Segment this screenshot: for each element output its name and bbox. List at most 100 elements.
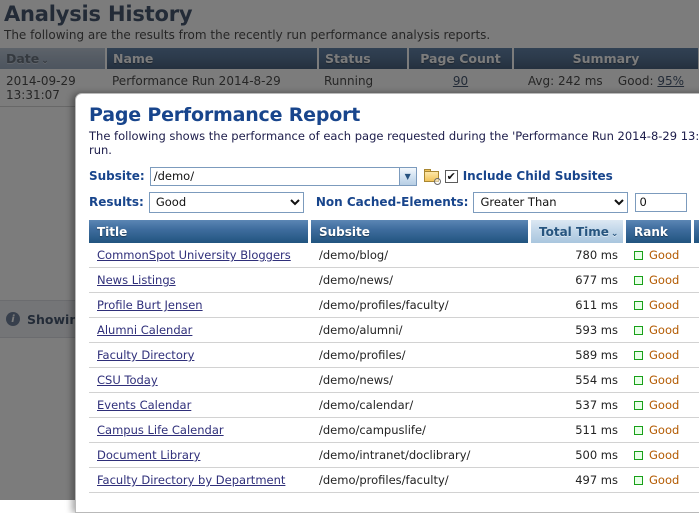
table-row: CommonSpot University Bloggers/demo/blog… — [89, 243, 699, 268]
cell-rank: Good — [626, 393, 694, 418]
cell-total-time: 593 ms — [531, 318, 626, 343]
page-title-link[interactable]: Faculty Directory — [97, 348, 194, 362]
page-title-link[interactable]: CommonSpot University Bloggers — [97, 248, 291, 262]
cell-subsite: /demo/calendar/ — [311, 393, 531, 418]
page-title-link[interactable]: CSU Today — [97, 373, 158, 387]
cell-total-time: 554 ms — [531, 368, 626, 393]
cell-extra — [694, 368, 699, 393]
cell-rank: Good — [626, 368, 694, 393]
cell-extra — [694, 243, 699, 268]
results-label: Results: — [89, 195, 144, 209]
rank-good-swatch-icon — [634, 401, 643, 410]
page-title-link[interactable]: Alumni Calendar — [97, 323, 192, 337]
rank-good-swatch-icon — [634, 451, 643, 460]
subsite-row: Subsite: /demo/ ▼ ✔ Include Child Subsit… — [89, 165, 699, 187]
results-select[interactable]: Good — [149, 192, 304, 213]
table-row: Faculty Directory/demo/profiles/589 msGo… — [89, 343, 699, 368]
cell-total-time: 611 ms — [531, 293, 626, 318]
cell-rank: Good — [626, 243, 694, 268]
table-row: Events Calendar/demo/calendar/537 msGood — [89, 393, 699, 418]
page-title-link[interactable]: Events Calendar — [97, 398, 191, 412]
cell-rank: Good — [626, 418, 694, 443]
page-title-link[interactable]: News Listings — [97, 273, 176, 287]
include-child-subsites-checkbox[interactable]: ✔ — [445, 170, 458, 183]
page-title-link[interactable]: Document Library — [97, 448, 200, 462]
page-title-link[interactable]: Campus Life Calendar — [97, 423, 224, 437]
sort-caret-icon: ⌄ — [611, 229, 619, 239]
rank-good-swatch-icon — [634, 426, 643, 435]
cell-total-time: 780 ms — [531, 243, 626, 268]
cell-title: Alumni Calendar — [89, 318, 311, 343]
table-row: CSU Today/demo/news/554 msGood — [89, 368, 699, 393]
table-row: Alumni Calendar/demo/alumni/593 msGood — [89, 318, 699, 343]
cell-total-time: 537 ms — [531, 393, 626, 418]
cell-extra — [694, 443, 699, 468]
page-performance-table: Title Subsite Total Time⌄ Rank CommonSpo… — [89, 220, 699, 493]
rank-good-swatch-icon — [634, 476, 643, 485]
rank-good-swatch-icon — [634, 251, 643, 260]
report-filter-form: Subsite: /demo/ ▼ ✔ Include Child Subsit… — [89, 165, 699, 213]
cell-subsite: /demo/profiles/ — [311, 343, 531, 368]
subsite-label: Subsite: — [89, 169, 145, 183]
cell-rank: Good — [626, 268, 694, 293]
table-row: Profile Burt Jensen/demo/profiles/facult… — [89, 293, 699, 318]
cell-rank: Good — [626, 468, 694, 493]
rank-good-swatch-icon — [634, 276, 643, 285]
cell-subsite: /demo/alumni/ — [311, 318, 531, 343]
page-title-link[interactable]: Profile Burt Jensen — [97, 298, 203, 312]
report-header-row: Title Subsite Total Time⌄ Rank — [89, 220, 699, 243]
rank-good-swatch-icon — [634, 351, 643, 360]
results-row: Results: Good Non Cached-Elements: Great… — [89, 191, 699, 213]
report-column-header-total-time[interactable]: Total Time⌄ — [531, 220, 626, 243]
cell-title: CSU Today — [89, 368, 311, 393]
cell-extra — [694, 468, 699, 493]
cell-extra — [694, 268, 699, 293]
table-row: Document Library/demo/intranet/doclibrar… — [89, 443, 699, 468]
cell-total-time: 677 ms — [531, 268, 626, 293]
report-column-header-subsite[interactable]: Subsite — [311, 220, 531, 243]
cell-subsite: /demo/profiles/faculty/ — [311, 293, 531, 318]
cell-title: Events Calendar — [89, 393, 311, 418]
cell-subsite: /demo/campuslife/ — [311, 418, 531, 443]
cell-subsite: /demo/news/ — [311, 368, 531, 393]
dialog-description: The following shows the performance of e… — [89, 129, 699, 157]
cell-title: Faculty Directory — [89, 343, 311, 368]
rank-good-swatch-icon — [634, 301, 643, 310]
cell-extra — [694, 418, 699, 443]
report-column-header-extra[interactable] — [694, 220, 699, 243]
cell-subsite: /demo/intranet/doclibrary/ — [311, 443, 531, 468]
non-cached-elements-count-input[interactable]: 0 — [635, 193, 687, 212]
subsite-dropdown-chevron-down-icon[interactable]: ▼ — [400, 167, 417, 186]
report-column-header-title[interactable]: Title — [89, 220, 311, 243]
cell-subsite: /demo/profiles/faculty/ — [311, 468, 531, 493]
cell-extra — [694, 293, 699, 318]
non-cached-elements-operator-select[interactable]: Greater Than — [473, 192, 628, 213]
cell-rank: Good — [626, 343, 694, 368]
rank-good-swatch-icon — [634, 376, 643, 385]
cell-extra — [694, 318, 699, 343]
table-row: News Listings/demo/news/677 msGood — [89, 268, 699, 293]
report-table-scroll-area: Title Subsite Total Time⌄ Rank CommonSpo… — [89, 220, 699, 493]
non-cached-elements-label: Non Cached-Elements: — [316, 195, 469, 209]
cell-total-time: 511 ms — [531, 418, 626, 443]
cell-extra — [694, 343, 699, 368]
cell-subsite: /demo/news/ — [311, 268, 531, 293]
table-row: Faculty Directory by Department/demo/pro… — [89, 468, 699, 493]
cell-subsite: /demo/blog/ — [311, 243, 531, 268]
page-performance-report-dialog: Page Performance Report The following sh… — [75, 93, 699, 513]
cell-title: Profile Burt Jensen — [89, 293, 311, 318]
report-column-header-rank[interactable]: Rank — [626, 220, 694, 243]
cell-title: News Listings — [89, 268, 311, 293]
cell-title: Faculty Directory by Department — [89, 468, 311, 493]
folder-search-icon[interactable] — [424, 169, 440, 183]
include-child-subsites-label: Include Child Subsites — [463, 169, 613, 183]
table-row: Campus Life Calendar/demo/campuslife/511… — [89, 418, 699, 443]
dialog-title: Page Performance Report — [89, 104, 699, 126]
subsite-input[interactable]: /demo/ — [150, 167, 400, 186]
page-title-link[interactable]: Faculty Directory by Department — [97, 473, 285, 487]
cell-rank: Good — [626, 443, 694, 468]
cell-extra — [694, 393, 699, 418]
cell-total-time: 589 ms — [531, 343, 626, 368]
cell-title: CommonSpot University Bloggers — [89, 243, 311, 268]
cell-total-time: 500 ms — [531, 443, 626, 468]
